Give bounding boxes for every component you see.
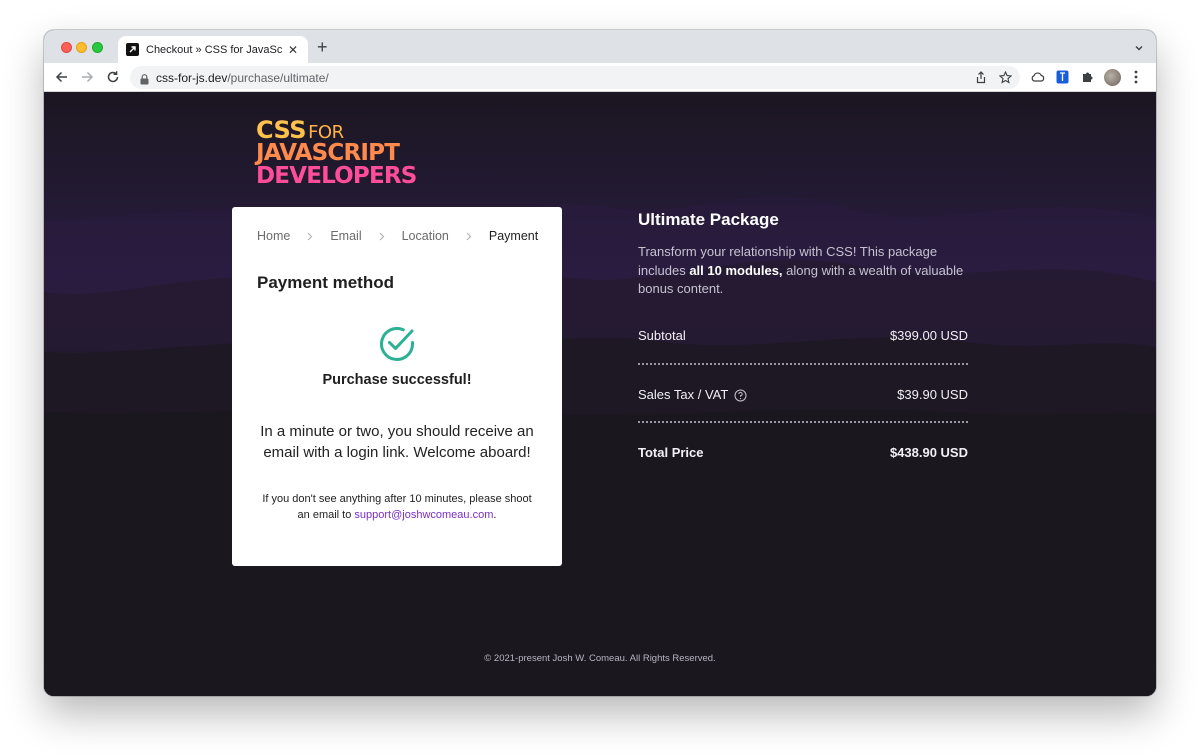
breadcrumb-payment: Payment bbox=[488, 229, 539, 243]
sales-tax-label: Sales Tax / VAT bbox=[638, 387, 729, 402]
new-tab-button[interactable]: + bbox=[317, 38, 328, 56]
support-note-period: . bbox=[493, 509, 497, 521]
total-price-value: $438.90 USD bbox=[889, 445, 968, 460]
dotted-divider bbox=[638, 421, 968, 423]
forward-arrow-icon[interactable] bbox=[79, 69, 95, 85]
support-email-link[interactable]: support@joshwcomeau.com bbox=[354, 509, 493, 521]
address-bar[interactable]: css-for-js.dev/purchase/ultimate/ bbox=[130, 66, 1020, 89]
chevron-right-icon bbox=[379, 232, 385, 241]
lock-icon[interactable] bbox=[140, 72, 149, 90]
subtotal-row: Subtotal $399.00 USD bbox=[638, 328, 968, 343]
close-window-button[interactable] bbox=[61, 42, 72, 53]
profile-avatar[interactable] bbox=[1104, 69, 1121, 86]
site-favicon-icon bbox=[126, 43, 139, 56]
close-tab-icon[interactable]: ✕ bbox=[288, 43, 298, 57]
package-desc-part2: along with a wealth of valuable bonus co… bbox=[638, 262, 964, 297]
check-circle-icon bbox=[378, 325, 416, 368]
bookmark-star-icon[interactable] bbox=[998, 70, 1013, 89]
breadcrumb-email[interactable]: Email bbox=[330, 229, 361, 243]
more-menu-icon[interactable] bbox=[1134, 70, 1138, 89]
logo-javascript: JAVASCRIPT bbox=[256, 140, 400, 166]
chevron-right-icon bbox=[466, 232, 472, 241]
total-price-row: Total Price $438.90 USD bbox=[638, 445, 968, 460]
support-note: If you don't see anything after 10 minut… bbox=[262, 491, 532, 523]
tab-title: Checkout » CSS for JavaScript bbox=[146, 43, 282, 56]
tab-strip: Checkout » CSS for JavaScript ✕ + bbox=[44, 30, 1156, 63]
url-text: css-for-js.dev/purchase/ultimate/ bbox=[156, 71, 329, 85]
mountain-background bbox=[44, 196, 1156, 696]
sales-tax-value: $39.90 USD bbox=[897, 387, 968, 402]
dotted-divider bbox=[638, 363, 968, 365]
url-path: /purchase/ultimate/ bbox=[227, 71, 329, 85]
copyright-footer: © 2021-present Josh W. Comeau. All Right… bbox=[484, 653, 716, 664]
sales-tax-row: Sales Tax / VAT $39.90 USD bbox=[638, 387, 968, 402]
breadcrumb-location[interactable]: Location bbox=[402, 229, 449, 243]
subtotal-value: $399.00 USD bbox=[889, 328, 968, 343]
minimize-window-button[interactable] bbox=[76, 42, 87, 53]
package-desc-bold: all 10 modules, bbox=[689, 262, 783, 278]
confirmation-message: In a minute or two, you should receive a… bbox=[260, 423, 534, 461]
help-question-icon[interactable] bbox=[734, 389, 747, 402]
browser-toolbar: css-for-js.dev/purchase/ultimate/ bbox=[44, 63, 1156, 92]
payment-method-heading: Payment method bbox=[257, 273, 394, 292]
package-description: Transform your relationship with CSS! Th… bbox=[638, 243, 968, 299]
checkout-page: CSS FOR JAVASCRIPT DEVELOPERS Home Email … bbox=[44, 92, 1156, 696]
logo-developers: DEVELOPERS bbox=[256, 163, 417, 189]
site-logo[interactable]: CSS FOR JAVASCRIPT DEVELOPERS bbox=[256, 118, 417, 188]
subtotal-label: Subtotal bbox=[638, 328, 686, 343]
tab-search-icon[interactable] bbox=[1134, 40, 1144, 58]
share-icon[interactable] bbox=[975, 71, 987, 89]
breadcrumb-home[interactable]: Home bbox=[257, 229, 290, 243]
cloud-extension-icon[interactable] bbox=[1031, 70, 1045, 88]
order-summary: Ultimate Package Transform your relation… bbox=[638, 210, 968, 460]
package-title: Ultimate Package bbox=[638, 210, 779, 229]
password-manager-icon[interactable] bbox=[1056, 70, 1069, 89]
active-tab[interactable]: Checkout » CSS for JavaScript ✕ bbox=[118, 36, 308, 63]
browser-window: Checkout » CSS for JavaScript ✕ + css-fo… bbox=[44, 30, 1156, 696]
back-arrow-icon[interactable] bbox=[54, 69, 70, 85]
purchase-success-text: Purchase successful! bbox=[322, 372, 472, 388]
total-price-label: Total Price bbox=[638, 445, 704, 460]
breadcrumb: Home Email Location Payment bbox=[257, 229, 538, 243]
reload-icon[interactable] bbox=[105, 69, 121, 85]
url-domain: css-for-js.dev bbox=[156, 71, 228, 85]
zoom-window-button[interactable] bbox=[92, 42, 103, 53]
chevron-right-icon bbox=[307, 232, 313, 241]
payment-card: Home Email Location Payment Payment meth… bbox=[232, 207, 562, 566]
extensions-puzzle-icon[interactable] bbox=[1081, 70, 1095, 89]
